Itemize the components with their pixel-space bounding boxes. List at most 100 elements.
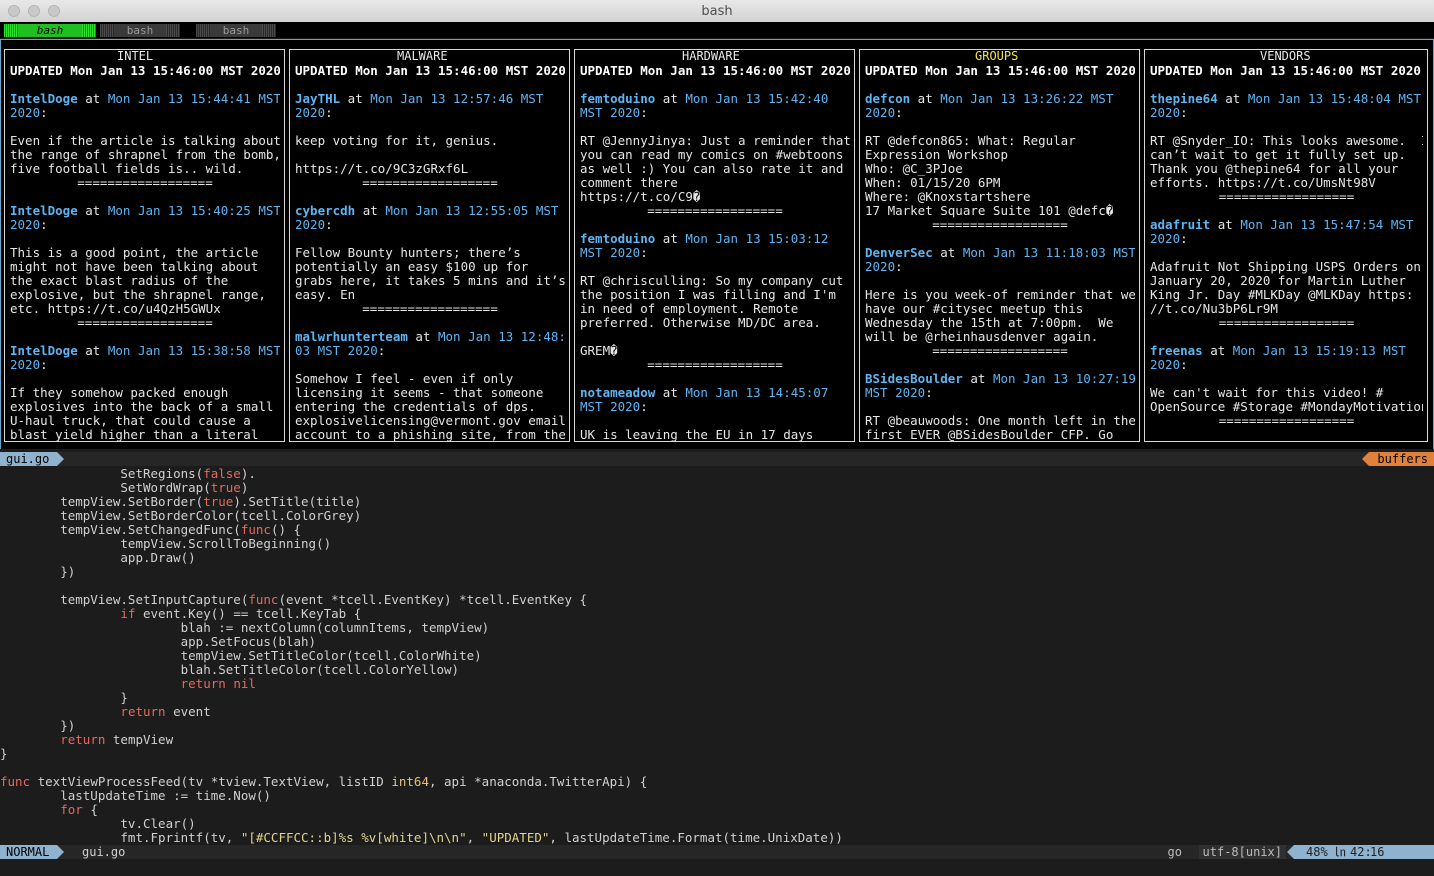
code-line: SetWordWrap(true) (0, 481, 1434, 495)
feed-column-vendors[interactable]: VENDORS UPDATED Mon Jan 13 15:46:00 MST 2… (1144, 49, 1428, 442)
code-token: func (248, 592, 279, 607)
code-token: event (165, 704, 211, 719)
code-line: }) (0, 565, 1434, 579)
code-line: func textViewProcessFeed(tv *tview.TextV… (0, 775, 1434, 789)
code-token: ). (240, 466, 256, 481)
code-token: , (466, 830, 482, 845)
code-token: fmt.Fprintf(tv, (0, 830, 241, 845)
tweet-username[interactable]: adafruit (1150, 217, 1210, 232)
code-token: func (240, 522, 271, 537)
code-token: nil (233, 676, 256, 691)
column-title: VENDORS (1259, 49, 1312, 63)
code-token: false (203, 466, 241, 481)
tweet-username[interactable]: IntelDoge (10, 343, 78, 358)
tweet-username[interactable]: notameadow (580, 385, 655, 400)
tweet-separator: ================== (77, 175, 213, 190)
tweet-text: RT @Snyder_IO: This looks awesome. I can… (1150, 133, 1423, 190)
tweet-separator: ================== (647, 357, 783, 372)
code-line: return nil (0, 677, 1434, 691)
feed-column-malware[interactable]: MALWARE UPDATED Mon Jan 13 15:46:00 MST 2… (289, 49, 570, 442)
code-token: if (120, 606, 136, 621)
code-token: { (82, 802, 98, 817)
tweet-at: at (355, 203, 386, 218)
tweet-separator: ================== (1218, 413, 1355, 428)
tweet-text: We can't wait for this video! # OpenSour… (1150, 385, 1423, 414)
tab-bash-1[interactable]: bash (4, 24, 96, 37)
tweet-text: RT @beauwoods: One month left in the fir… (865, 413, 1135, 442)
tweet-at: at (1202, 343, 1233, 358)
code-token: () { (270, 522, 302, 537)
code-token: , api *anaconda.TwitterApi) { (428, 774, 648, 789)
tab-label: bash (126, 24, 154, 37)
tweet-username[interactable]: JayTHL (295, 91, 340, 106)
code-line: tempView.SetTitleColor(tcell.ColorWhite) (0, 649, 1434, 663)
tweet-username[interactable]: IntelDoge (10, 91, 78, 106)
feed-column-groups[interactable]: GROUPS UPDATED Mon Jan 13 15:46:00 MST 20… (859, 49, 1140, 442)
tweet-text: Here is you week-of reminder that we hav… (865, 287, 1135, 344)
tab-label: bash (222, 24, 250, 37)
buffers-button[interactable]: buffers (1362, 452, 1434, 466)
code-token: } (0, 690, 128, 705)
code-token: tempView.SetBorderColor(tcell.ColorGrey) (0, 508, 362, 523)
code-editor[interactable]: SetRegions(false). SetWordWrap(true) tem… (0, 466, 1434, 845)
tweet-at: at (655, 91, 686, 106)
tweet-username[interactable]: cybercdh (295, 203, 355, 218)
column-title: MALWARE (396, 49, 449, 63)
command-line[interactable] (0, 859, 1434, 876)
tweet-text: Fellow Bounty hunters; there’s potential… (295, 245, 565, 302)
code-token: blah.SetTitleColor(tcell.ColorYellow) (0, 662, 460, 677)
tweet-username[interactable]: IntelDoge (10, 203, 78, 218)
code-token: }) (0, 564, 76, 579)
updated-timestamp: UPDATED Mon Jan 13 15:46:00 MST 2020 (580, 64, 850, 78)
tweet-username[interactable]: malwrhunterteam (295, 329, 408, 344)
column-title: GROUPS (974, 49, 1020, 63)
column-body: UPDATED Mon Jan 13 15:46:00 MST 2020 Jay… (295, 64, 565, 441)
code-line: app.SetFocus(blah) (0, 635, 1434, 649)
code-token: }) (0, 718, 76, 733)
code-token: "UPDATED" (481, 830, 550, 845)
tweet-separator: ================== (362, 301, 498, 316)
tweet-at: at (407, 329, 438, 344)
code-token: tempView.SetInputCapture( (0, 592, 249, 607)
code-line: return tempView (0, 733, 1434, 747)
updated-timestamp: UPDATED Mon Jan 13 15:46:00 MST 2020 (10, 64, 280, 78)
scroll-percent: 48% (1306, 845, 1328, 859)
code-token: true (203, 494, 234, 509)
updated-timestamp: UPDATED Mon Jan 13 15:46:00 MST 2020 (295, 64, 565, 78)
tweet-text: This is a good point, the article might … (10, 245, 266, 316)
cursor-line: 42: (1350, 845, 1372, 859)
tweet-username[interactable]: DenverSec (865, 245, 933, 260)
tweet-username[interactable]: femtoduino (580, 231, 655, 246)
feed-column-hardware[interactable]: HARDWARE UPDATED Mon Jan 13 15:46:00 MST … (574, 49, 855, 442)
code-token: tempView (105, 732, 174, 747)
tweet-username[interactable]: defcon (865, 91, 910, 106)
tab-bash-3[interactable]: bash (196, 24, 276, 37)
tweet-username[interactable]: thepine64 (1150, 91, 1218, 106)
code-line: tempView.SetBorder(true).SetTitle(title) (0, 495, 1434, 509)
column-title: HARDWARE (681, 49, 741, 63)
tweet-username[interactable]: BSidesBoulder (865, 371, 963, 386)
tweet-separator: ================== (77, 315, 213, 330)
code-line: if event.Key() == tcell.KeyTab { (0, 607, 1434, 621)
window-title-bar: bash (0, 0, 1434, 23)
code-line: tempView.SetInputCapture(func(event *tce… (0, 593, 1434, 607)
tweet-username[interactable]: freenas (1150, 343, 1203, 358)
code-token: (event *tcell.EventKey) *tcell.EventKey … (278, 592, 588, 607)
tweet-separator: ================== (362, 175, 498, 190)
twitter-feed-pane[interactable]: INTEL UPDATED Mon Jan 13 15:46:00 MST 202… (0, 39, 1434, 449)
tab-bash-2[interactable]: bash (100, 24, 180, 37)
code-token: tempView.SetTitleColor(tcell.ColorWhite) (0, 648, 482, 663)
tweet-username[interactable]: femtoduino (580, 91, 655, 106)
window-title: bash (701, 4, 733, 19)
code-line: fmt.Fprintf(tv, "[#CCFFCC::b]%s %v[white… (0, 831, 1434, 845)
column-body: UPDATED Mon Jan 13 15:46:00 MST 2020 def… (865, 64, 1135, 441)
feed-column-intel[interactable]: INTEL UPDATED Mon Jan 13 15:46:00 MST 202… (4, 49, 285, 442)
status-file-name: gui.go (82, 845, 126, 859)
code-token: ).SetTitle(title) (233, 494, 362, 509)
code-token: } (0, 746, 8, 761)
code-token: return (120, 704, 166, 719)
